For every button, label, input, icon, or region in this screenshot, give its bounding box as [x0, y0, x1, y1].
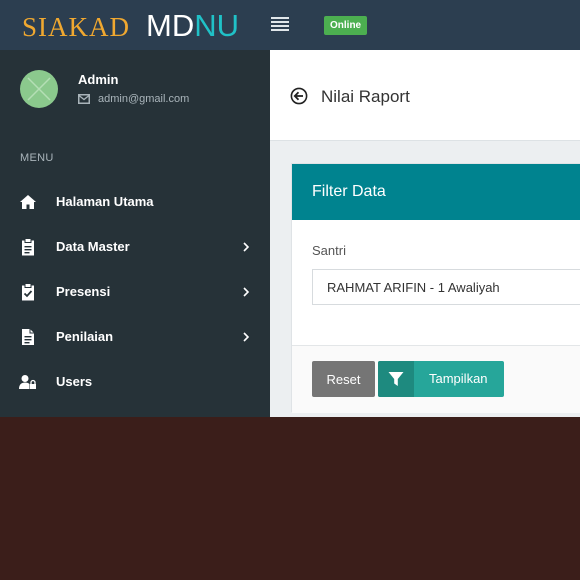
brand-nu-text: NU	[194, 8, 240, 43]
sidebar-item-data-master[interactable]: Data Master	[0, 224, 270, 269]
page-title: Nilai Raport	[321, 87, 410, 106]
sidebar-item-label: Data Master	[56, 239, 130, 254]
chevron-right-icon	[243, 286, 250, 297]
user-email-row: admin@gmail.com	[78, 93, 189, 105]
home-icon	[19, 193, 37, 211]
avatar[interactable]	[20, 70, 58, 108]
tampilkan-button[interactable]: Tampilkan	[378, 361, 504, 397]
menu-section-title: MENU	[20, 152, 54, 164]
brand-siakad-text: SIAKAD	[22, 12, 131, 42]
santri-label: Santri	[312, 243, 346, 258]
chevron-right-icon	[243, 241, 250, 252]
user-lock-icon	[19, 373, 37, 391]
filter-card-footer: Reset Tampilkan	[292, 345, 580, 413]
online-status-badge: Online	[324, 16, 368, 35]
clipboard-icon	[19, 237, 37, 256]
sidebar-item-label: Users	[56, 374, 93, 389]
content-header: Nilai Raport	[270, 50, 580, 141]
checklist-icon	[19, 282, 37, 301]
hamburger-menu-icon[interactable]	[271, 17, 289, 33]
sidebar-item-label: Penilaian	[56, 329, 114, 344]
document-icon	[19, 328, 37, 346]
chevron-right-icon	[243, 331, 250, 342]
mail-icon	[78, 94, 90, 104]
filter-icon	[378, 361, 414, 397]
brand-logo[interactable]: SIAKAD MD NU	[22, 8, 240, 43]
back-arrow-icon[interactable]	[290, 87, 308, 105]
brand-md-text: MD	[146, 8, 195, 43]
sidebar-item-halaman-utama[interactable]: Halaman Utama	[0, 179, 270, 224]
top-navbar: SIAKAD MD NU Online	[0, 0, 580, 50]
user-name: Admin	[78, 72, 119, 87]
santri-selected-value: RAHMAT ARIFIN - 1 Awaliyah	[327, 280, 500, 295]
sidebar-item-label: Halaman Utama	[56, 194, 154, 209]
sidebar: Admin admin@gmail.com MENU Halaman Utama…	[0, 50, 270, 417]
filter-card-header: Filter Data	[292, 164, 580, 220]
sidebar-item-penilaian[interactable]: Penilaian	[0, 314, 270, 359]
user-email-text: admin@gmail.com	[98, 93, 190, 105]
sidebar-item-users[interactable]: Users	[0, 359, 270, 404]
user-panel: Admin admin@gmail.com	[0, 50, 270, 130]
filter-card-title: Filter Data	[312, 183, 386, 200]
reset-button[interactable]: Reset	[312, 361, 375, 397]
filter-card: Filter Data Santri RAHMAT ARIFIN - 1 Awa…	[291, 163, 580, 413]
tampilkan-label: Tampilkan	[429, 371, 488, 386]
sidebar-item-label: Presensi	[56, 284, 111, 299]
sidebar-item-presensi[interactable]: Presensi	[0, 269, 270, 314]
santri-select[interactable]: RAHMAT ARIFIN - 1 Awaliyah	[312, 269, 580, 305]
